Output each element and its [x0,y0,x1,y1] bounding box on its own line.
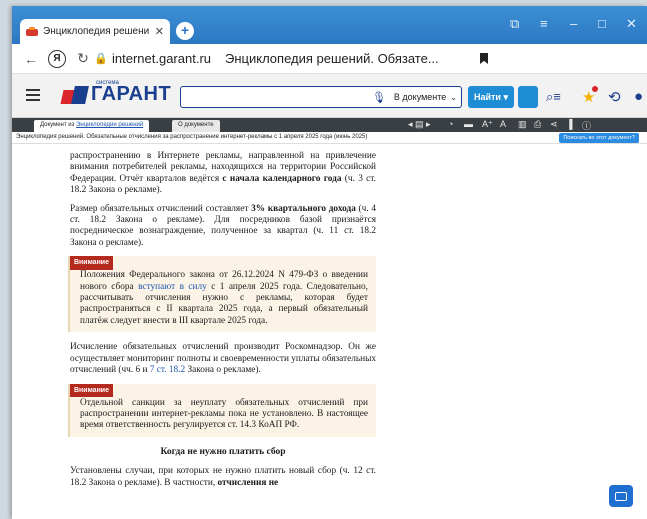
search-scope-select[interactable]: В документе [394,92,446,102]
note-text: Отдельной санкции за неуплату обязательн… [80,397,368,431]
document-title-strip: Энциклопедия решений. Обязательные отчис… [12,132,647,144]
paragraph: Исчисление обязательных отчислений произ… [70,342,376,376]
panel-icon[interactable]: ▐ [566,119,572,129]
note-text: Положения Федерального закона от 26.12.2… [80,270,368,327]
navigation-arrows-icon[interactable]: ◂ ▤ ▸ [408,119,431,130]
paragraph: Установлены случаи, при которых не нужно… [70,466,376,489]
garant-logo-mark-icon [62,86,88,104]
browser-window: Энциклопедия решени ✕ + ⧉ ≡ – □ ✕ ← Я ↻ … [12,6,647,519]
yandex-icon[interactable]: Я [48,49,66,68]
info-icon[interactable]: ⓘ [582,119,591,132]
user-icon[interactable]: ● [634,88,643,105]
page-title: Энциклопедия решений. Обязате... [225,51,439,66]
tab-document[interactable]: Документ из Энциклопедии решений [34,120,150,132]
reload-icon[interactable]: ↻ [72,50,94,67]
font-decrease-icon[interactable]: A [500,119,506,129]
tab-document-prefix: Документ из [40,122,77,128]
warning-note: Внимание Положения Федерального закона о… [68,256,376,333]
chat-icon [615,491,627,501]
hamburger-menu-icon[interactable] [26,89,40,104]
browser-tab[interactable]: Энциклопедия решени ✕ [20,19,170,44]
chevron-down-icon[interactable]: ⌄ [450,93,457,102]
lock-icon[interactable]: 🔒 [94,52,108,65]
warning-note: Внимание Отдельной санкции за неуплату о… [68,383,376,437]
tab-close-icon[interactable]: ✕ [155,25,164,38]
save-icon[interactable]: ▥ [518,119,527,130]
document-content: распространению в Интернете рекламы, нап… [12,145,647,519]
history-icon[interactable]: ⟲ [608,88,621,106]
menu-icon[interactable]: ≡ [540,16,548,31]
notification-dot [592,86,598,92]
browser-titlebar: Энциклопедия решени ✕ + ⧉ ≡ – □ ✕ [12,6,647,44]
tab-about-document[interactable]: О документе [172,120,220,132]
maximize-icon[interactable]: □ [598,16,606,31]
address-bar: ← Я ↻ 🔒 internet.garant.ru Энциклопедия … [12,44,647,74]
share-icon[interactable]: ⋖ [550,119,558,130]
minimize-icon[interactable]: – [570,16,577,31]
bold-text: с начала календарного года [222,173,342,184]
find-button-label: Найти [473,92,501,102]
garant-favicon-icon [26,26,38,37]
garant-header: система ГАРАНТ 🎙 В документе ⌄ Найти ▾ ⌕… [12,74,647,118]
logo-small-text: система [96,80,119,86]
document-toolbar: Документ из Энциклопедии решений О докум… [12,118,647,132]
text-span: Закона о рекламе). [185,365,261,376]
paragraph: распространению в Интернете рекламы, нап… [70,151,376,197]
search-input[interactable]: 🎙 В документе ⌄ [180,86,462,108]
law-link[interactable]: 7 ст. 18.2 [150,365,185,375]
url-field[interactable]: internet.garant.ru [112,51,211,66]
paragraph: Размер обязательных отчислений составляе… [70,204,376,250]
chat-support-button[interactable] [609,485,633,507]
text-span: Размер обязательных отчислений составляе… [70,203,252,214]
font-increase-icon[interactable]: A⁺ [482,119,493,130]
logo-name: ГАРАНТ [91,83,172,105]
close-window-icon[interactable]: ✕ [626,16,637,32]
find-button[interactable]: Найти ▾ [468,86,514,108]
bold-text: 3% квартального дохода [251,203,356,214]
comment-icon[interactable]: ◔ [448,119,453,129]
document-title: Энциклопедия решений. Обязательные отчис… [16,134,368,140]
bookmark-icon[interactable] [480,53,488,64]
warning-label: Внимание [70,383,113,397]
new-tab-button[interactable]: + [176,22,194,40]
warning-label: Внимание [70,256,113,270]
garant-logo[interactable]: система ГАРАНТ [62,80,172,105]
print-icon[interactable]: ⎙ [534,119,541,130]
folder-icon[interactable]: ▬ [464,119,473,129]
document-search-icon[interactable]: ⌕≡ [546,89,561,105]
back-icon[interactable]: ← [20,51,42,67]
section-heading: Когда не нужно платить сбор [160,446,286,457]
tab-document-link[interactable]: Энциклопедии решений [76,122,143,128]
search-options-button[interactable] [518,86,538,108]
bold-text: отчисления не [217,477,279,488]
question-button[interactable]: Поискать во этот документ? [559,133,639,143]
microphone-icon[interactable]: 🎙 [372,91,386,104]
law-link[interactable]: вступают в силу [138,282,207,292]
article-column: распространению в Интернете рекламы, нап… [68,151,376,496]
tab-title: Энциклопедия решени [43,26,150,37]
tabs-overview-icon[interactable]: ⧉ [510,16,519,32]
